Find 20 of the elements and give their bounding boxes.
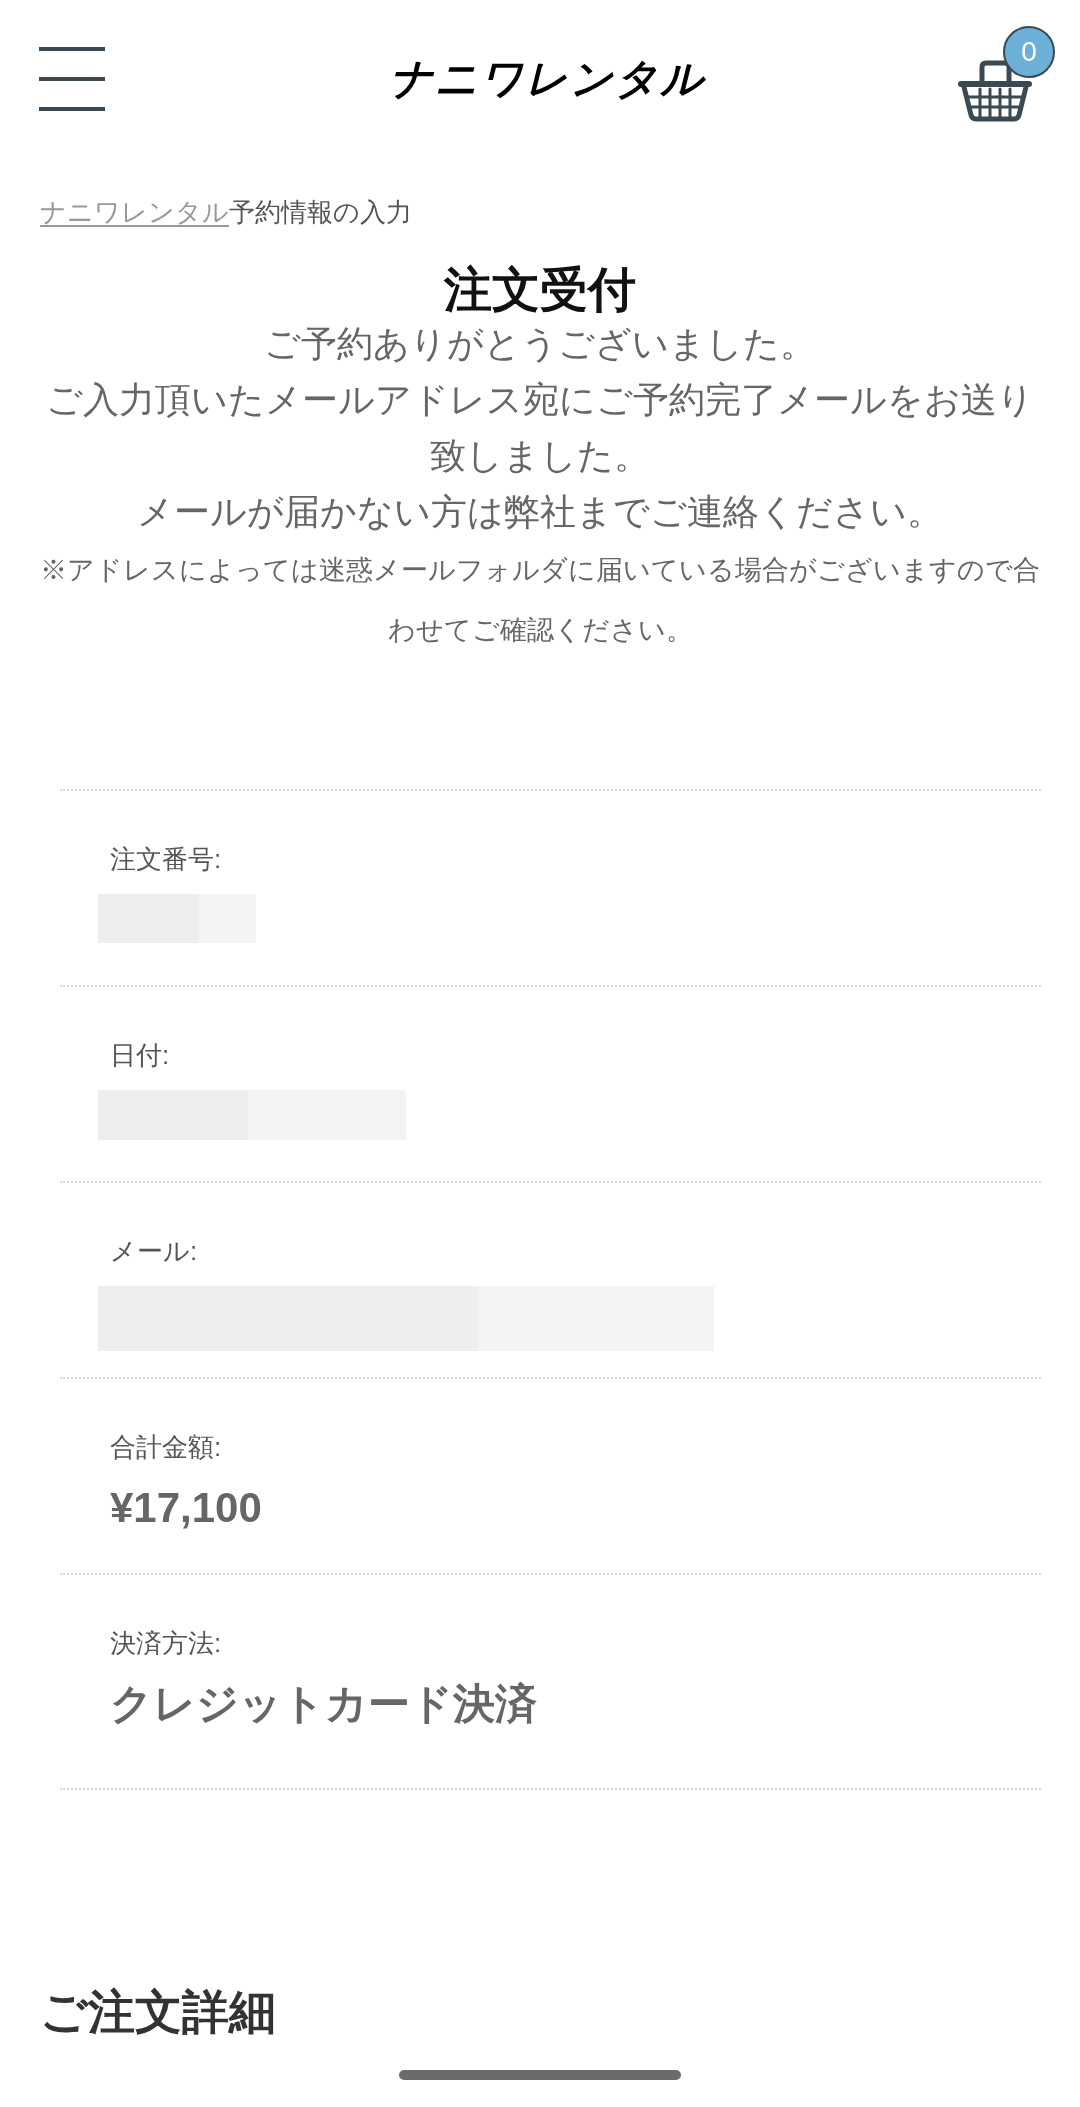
field-label: メール: xyxy=(110,1235,198,1267)
message-text: メールが届かない方は弊社までご連絡ください。 xyxy=(136,490,944,534)
field-label: 注文番号: xyxy=(110,843,222,875)
breadcrumb-current: 予約情報の入力 xyxy=(229,196,412,229)
field-value: クレジットカード決済 xyxy=(110,1680,537,1728)
menu-button[interactable] xyxy=(39,47,105,111)
note-text: ※アドレスによっては迷惑メールフォルダに届いている場合がございますので合わせてご確認ください。 xyxy=(40,554,1040,647)
cart-count-badge: 0 xyxy=(1003,26,1055,78)
menu-icon xyxy=(39,47,105,111)
field-label: 決済方法: xyxy=(110,1627,222,1659)
field-label: 日付: xyxy=(110,1039,170,1071)
section-heading: ご注文詳細 xyxy=(40,1984,277,2040)
message-text: ご入力頂いたメールアドレス宛にご予約完了メールをお送り致しました。 xyxy=(45,378,1035,478)
page-title: 注文受付 xyxy=(443,264,637,316)
message-text: ご予約ありがとうございました。 xyxy=(263,322,817,366)
cart-button[interactable]: 0 xyxy=(958,26,1055,122)
site-logo[interactable]: ナニワレンタル xyxy=(389,54,705,104)
field-label: 合計金額: xyxy=(110,1431,222,1463)
field-value: ¥17,100 xyxy=(110,1484,262,1532)
breadcrumb-link[interactable]: ナニワレンタル xyxy=(40,194,229,230)
